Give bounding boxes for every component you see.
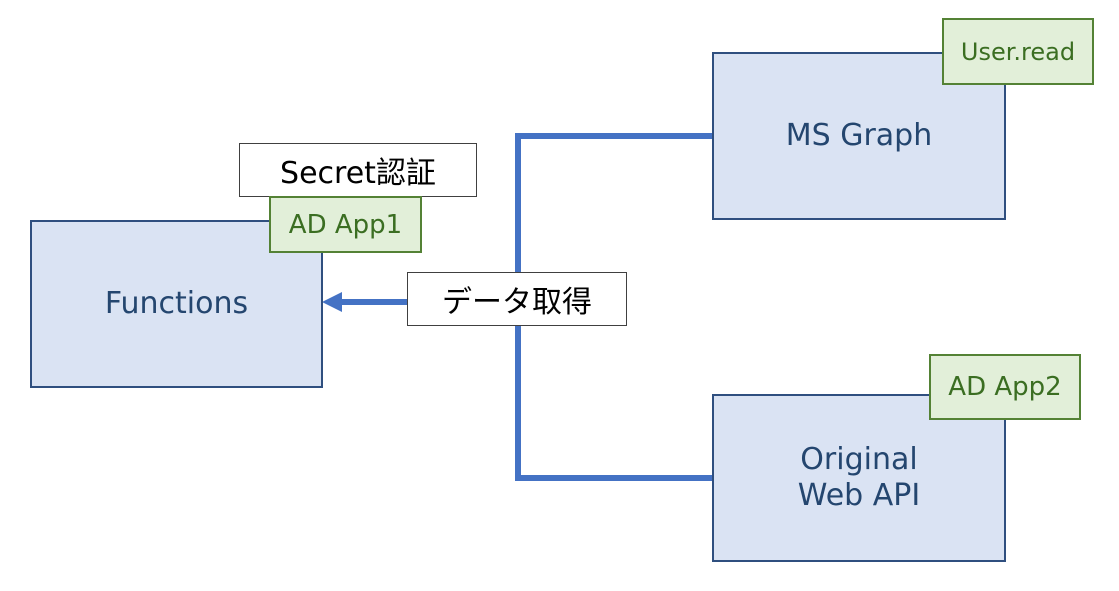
- functions-label: Functions: [104, 286, 249, 321]
- secret-auth-label: Secret認証: [239, 143, 477, 197]
- ad-app1-tag-label: AD App1: [288, 209, 403, 240]
- arrowhead-icon: [322, 292, 342, 312]
- data-fetch-label: データ取得: [407, 272, 627, 326]
- web-api-label-line1: Original: [800, 442, 918, 477]
- web-api-label-line2: Web API: [797, 478, 921, 513]
- data-fetch-text: データ取得: [442, 285, 592, 320]
- diagram-canvas: Functions MS Graph Original Web API User…: [0, 0, 1119, 591]
- ad-app1-tag: AD App1: [269, 196, 422, 253]
- ad-app2-tag-label: AD App2: [948, 372, 1062, 402]
- ms-graph-label: MS Graph: [785, 118, 933, 153]
- secret-auth-text: Secret認証: [280, 156, 436, 191]
- user-read-tag-label: User.read: [960, 37, 1076, 66]
- user-read-tag: User.read: [942, 18, 1094, 85]
- ad-app2-tag: AD App2: [929, 354, 1081, 420]
